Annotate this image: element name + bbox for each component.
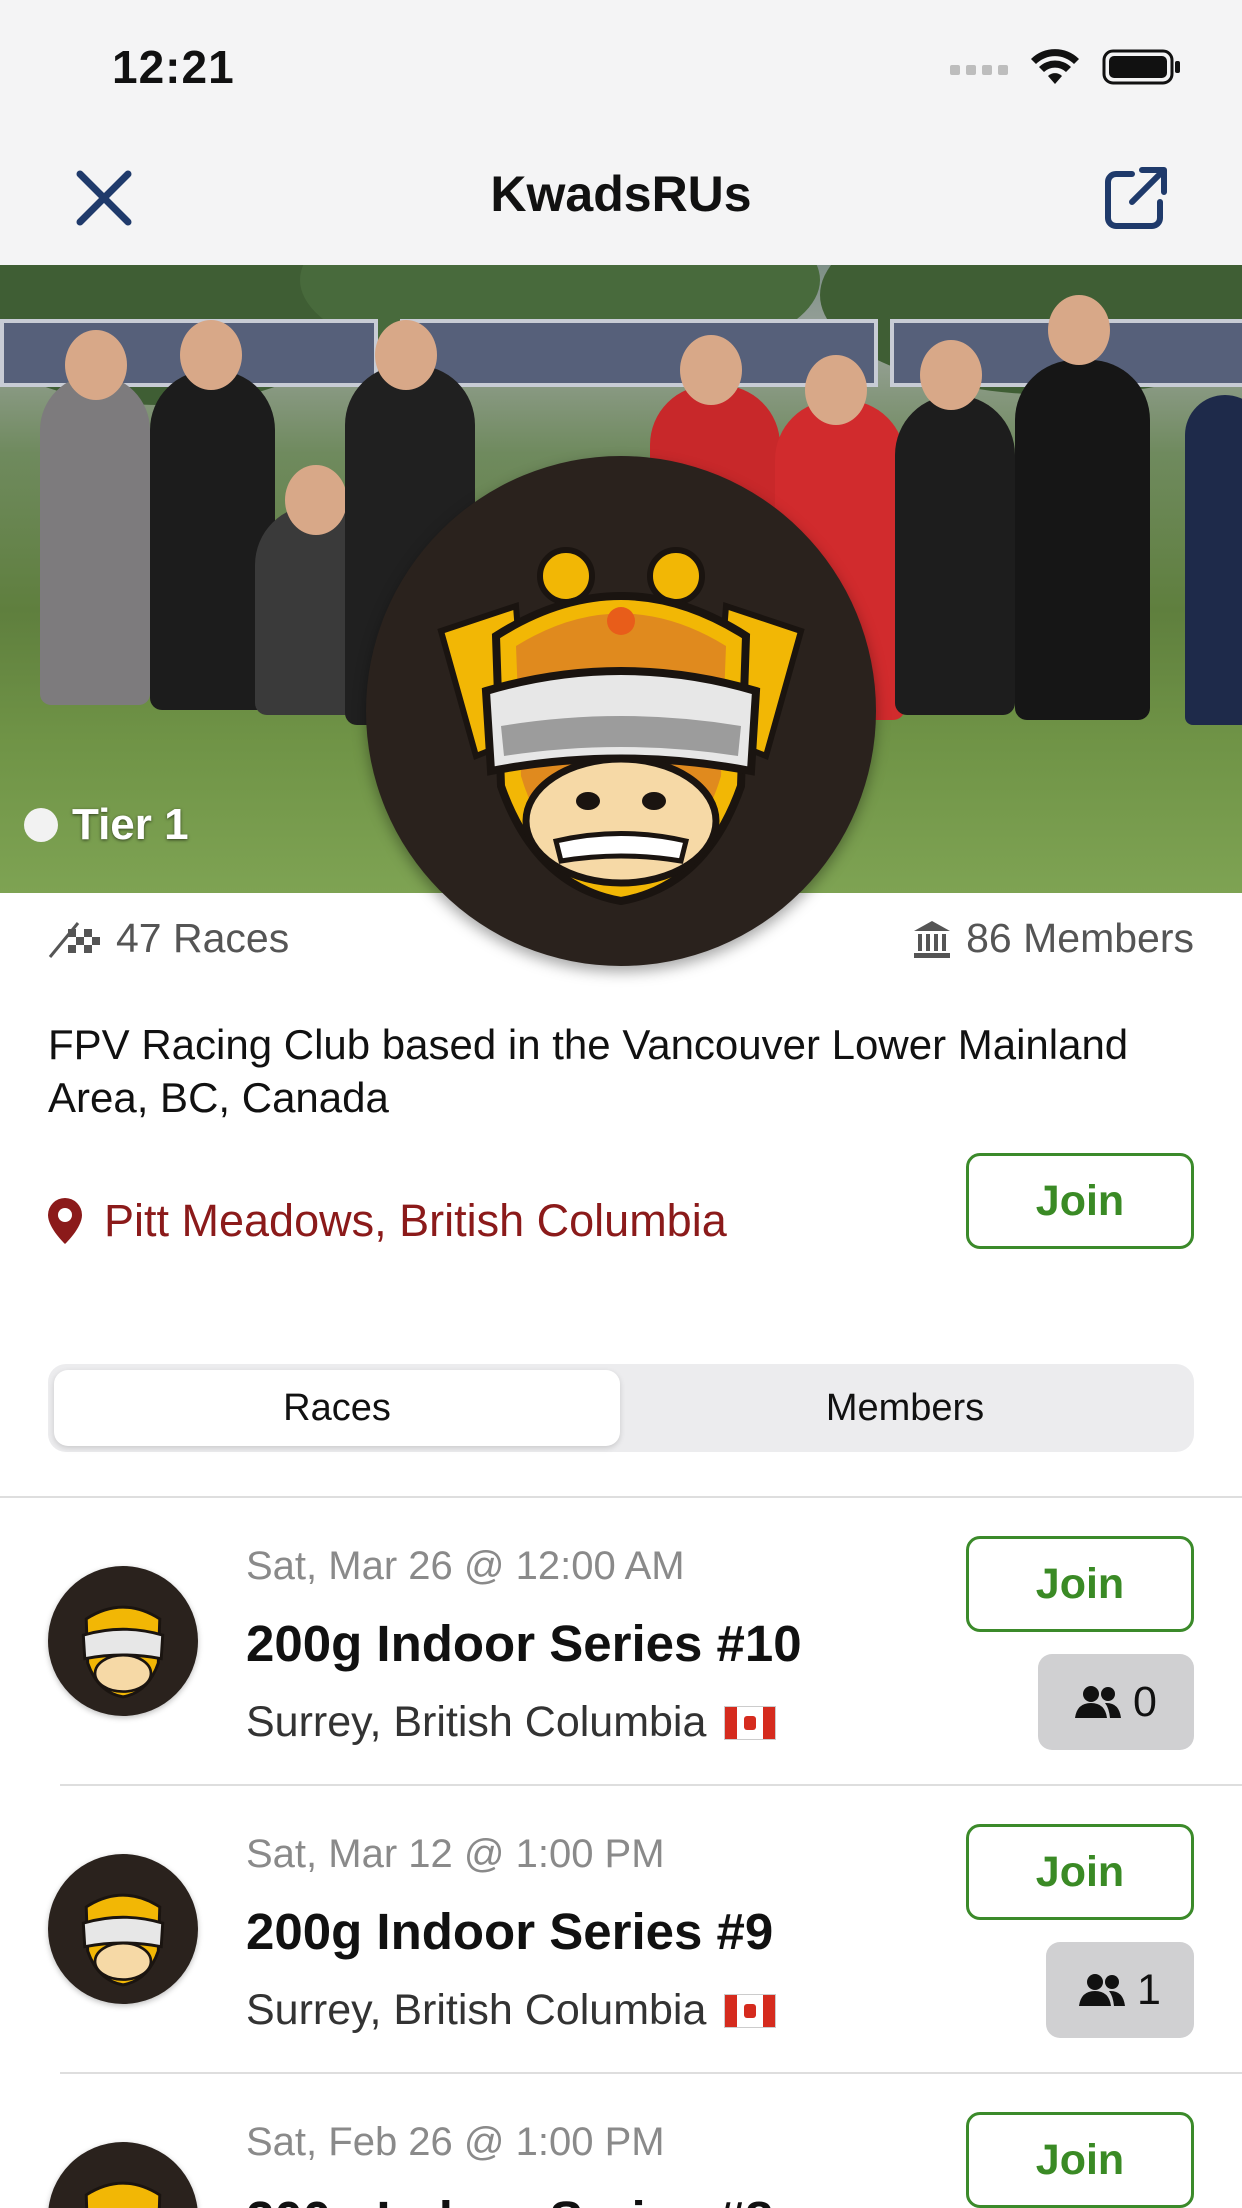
map-pin-icon [48,1198,82,1244]
section-divider [0,1496,1242,1498]
club-description: FPV Racing Club based in the Vancouver L… [48,1021,1129,1121]
race-club-avatar [48,1854,198,2004]
race-location-label: Surrey, British Columbia [246,1698,707,1746]
row-divider [60,2072,1242,2074]
wifi-icon [1031,49,1079,84]
race-name: 200g Indoor Series #8 [246,2190,773,2208]
club-mascot-logo-icon [81,1893,165,1987]
race-location: Surrey, British Columbia [246,1698,777,1747]
navigation-bar: 12:21 KwadsRUs [0,0,1242,265]
race-list-item[interactable]: Sat, Mar 26 @ 12:00 AM 200g Indoor Serie… [0,1500,1242,1788]
races-stat: 47 Races [48,915,289,962]
cellular-signal-icon [950,65,1008,75]
tab-switcher: Races Members [48,1364,1194,1452]
share-external-icon[interactable] [1102,164,1170,232]
canada-flag-icon [724,1993,777,2028]
status-icons [950,48,1182,86]
battery-icon [1102,49,1180,85]
row-divider [60,1784,1242,1786]
institution-icon [914,920,951,958]
club-location-label: Pitt Meadows, British Columbia [104,1195,727,1246]
tier-label: Tier 1 [72,800,189,849]
club-mascot-logo-icon [81,1605,165,1699]
tab-races[interactable]: Races [54,1370,620,1446]
race-location: Surrey, British Columbia [246,1986,777,2035]
join-race-button[interactable]: Join [966,1536,1194,1632]
race-list-item[interactable]: Sat, Feb 26 @ 1:00 PM 200g Indoor Series… [0,2076,1242,2208]
race-location-label: Surrey, British Columbia [246,1986,707,2034]
race-name: 200g Indoor Series #9 [246,1903,774,1960]
checkered-flag-icon [48,921,100,958]
race-club-avatar [48,2142,198,2208]
join-club-button[interactable]: Join [966,1153,1194,1249]
race-date: Sat, Feb 26 @ 1:00 PM [246,2120,665,2164]
race-date: Sat, Mar 26 @ 12:00 AM [246,1544,685,1588]
users-icon [1079,1974,1126,2006]
join-race-button[interactable]: Join [966,2112,1194,2208]
join-race-button[interactable]: Join [966,1824,1194,1920]
club-logo [366,456,876,966]
race-date: Sat, Mar 12 @ 1:00 PM [246,1832,665,1876]
tier-dot-icon [24,808,58,842]
members-stat: 86 Members [912,915,1194,962]
participant-count-badge: 1 [1046,1942,1194,2038]
club-mascot-logo-icon [437,547,805,906]
users-icon [1075,1686,1122,1718]
tier-badge: Tier 1 [24,800,189,850]
race-club-avatar [48,1566,198,1716]
members-count: 86 Members [966,915,1194,961]
races-count: 47 Races [116,915,290,961]
participant-count-badge: 0 [1038,1654,1194,1750]
club-location[interactable]: Pitt Meadows, British Columbia [48,1195,727,1247]
club-mascot-logo-icon [84,2181,162,2208]
tab-members[interactable]: Members [622,1370,1188,1446]
participant-count: 1 [1137,1965,1161,2014]
canada-flag-icon [724,1705,777,1740]
participant-count: 0 [1133,1677,1157,1726]
page-title: KwadsRUs [490,166,752,222]
status-time: 12:21 [112,41,235,93]
race-name: 200g Indoor Series #10 [246,1615,802,1672]
race-list-item[interactable]: Sat, Mar 12 @ 1:00 PM 200g Indoor Series… [0,1788,1242,2076]
